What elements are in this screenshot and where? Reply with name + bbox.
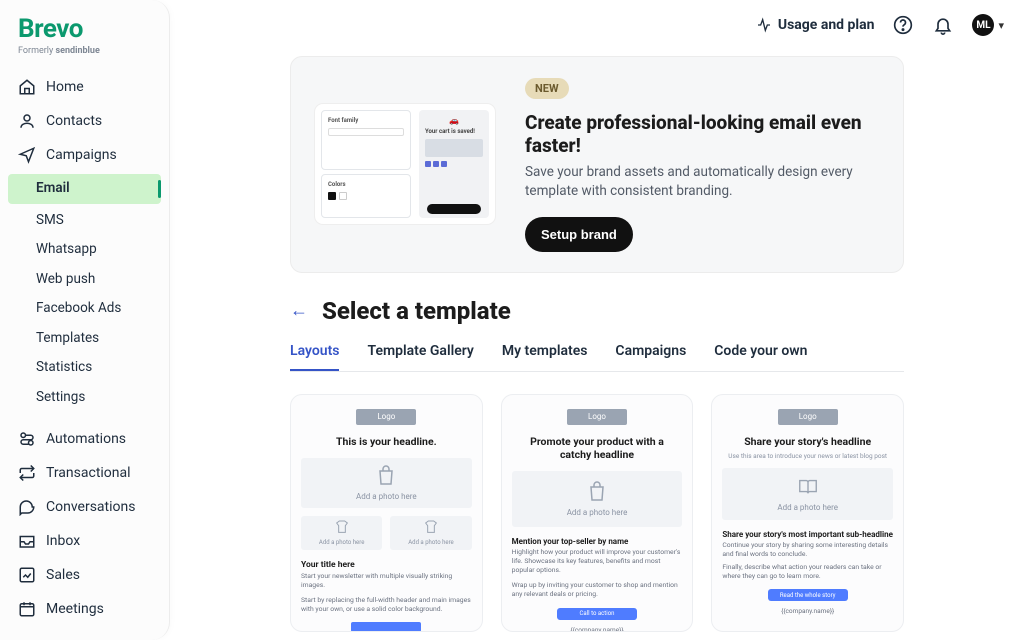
template-headline: This is your headline. — [301, 435, 472, 448]
template-grid: Logo This is your headline. Add a photo … — [290, 394, 904, 640]
content: Font family Colors 🚗 Your cart is saved!… — [170, 50, 1024, 640]
shirt-icon — [422, 519, 440, 535]
template-sell-product: Logo Promote your product with a catchy … — [501, 394, 694, 640]
sidebar-sub-sms[interactable]: SMS — [0, 206, 169, 236]
topbar: Usage and plan ML ▾ — [736, 0, 1024, 50]
tab-template-gallery[interactable]: Template Gallery — [367, 343, 473, 371]
sidebar-sub-statistics[interactable]: Statistics — [0, 353, 169, 383]
account-menu[interactable]: ML ▾ — [972, 14, 1004, 36]
contacts-icon — [18, 112, 36, 130]
sidebar: Brevo Formerly sendinblue Home Contacts … — [0, 0, 170, 640]
transactional-icon — [18, 464, 36, 482]
new-badge: NEW — [525, 78, 569, 99]
sidebar-item-automations[interactable]: Automations — [0, 422, 169, 456]
template-headline: Share your story's headline — [722, 435, 893, 448]
back-button[interactable]: ← — [290, 300, 308, 321]
tab-code-your-own[interactable]: Code your own — [714, 343, 807, 371]
help-icon[interactable] — [892, 14, 914, 36]
template-default: Logo This is your headline. Add a photo … — [290, 394, 483, 640]
banner-preview: Font family Colors 🚗 Your cart is saved! — [315, 104, 495, 224]
sidebar-sub-webpush[interactable]: Web push — [0, 265, 169, 295]
sidebar-sub-facebookads[interactable]: Facebook Ads — [0, 294, 169, 324]
template-card[interactable]: Logo Promote your product with a catchy … — [501, 394, 694, 632]
template-tell-story: Logo Share your story's headline Use thi… — [711, 394, 904, 640]
automations-icon — [18, 430, 36, 448]
sidebar-sub-settings[interactable]: Settings — [0, 383, 169, 413]
tab-layouts[interactable]: Layouts — [290, 343, 339, 371]
banner-title: Create professional-looking email even f… — [525, 111, 879, 157]
notifications-icon[interactable] — [932, 14, 954, 36]
sidebar-item-label: Sales — [46, 567, 80, 583]
brand: Brevo Formerly sendinblue — [0, 14, 169, 60]
sidebar-item-label: Inbox — [46, 533, 80, 549]
sidebar-item-contacts[interactable]: Contacts — [0, 104, 169, 138]
sidebar-item-label: Conversations — [46, 499, 135, 515]
send-icon — [18, 146, 36, 164]
template-headline: Promote your product with a catchy headl… — [512, 435, 683, 461]
main: Usage and plan ML ▾ Font family Colors 🚗… — [170, 0, 1024, 640]
bag-icon — [584, 480, 610, 504]
sidebar-item-label: Contacts — [46, 113, 102, 129]
shirt-icon — [333, 519, 351, 535]
sidebar-item-label: Home — [46, 79, 84, 95]
home-icon — [18, 78, 36, 96]
brand-setup-banner: Font family Colors 🚗 Your cart is saved!… — [290, 56, 904, 273]
nav-primary: Home Contacts Campaigns Email SMS Whatsa… — [0, 70, 169, 626]
sidebar-item-campaigns[interactable]: Campaigns — [0, 138, 169, 172]
setup-brand-button[interactable]: Setup brand — [525, 217, 633, 252]
template-tabs: Layouts Template Gallery My templates Ca… — [290, 343, 904, 372]
page-title: Select a template — [322, 297, 511, 325]
sidebar-item-conversations[interactable]: Conversations — [0, 490, 169, 524]
chevron-down-icon: ▾ — [998, 19, 1004, 32]
sidebar-sub-templates[interactable]: Templates — [0, 324, 169, 354]
sidebar-item-inbox[interactable]: Inbox — [0, 524, 169, 558]
tab-my-templates[interactable]: My templates — [502, 343, 588, 371]
page-head: ← Select a template — [290, 297, 904, 325]
banner-desc: Save your brand assets and automatically… — [525, 163, 879, 201]
sidebar-item-label: Transactional — [46, 465, 131, 481]
book-icon — [795, 475, 821, 499]
brand-name: Brevo — [18, 14, 151, 44]
sidebar-item-label: Campaigns — [46, 147, 117, 163]
bag-icon — [373, 464, 399, 488]
logo-placeholder: Logo — [778, 409, 838, 425]
cta-button: Read the whole story — [768, 589, 848, 601]
inbox-icon — [18, 532, 36, 550]
sidebar-item-meetings[interactable]: Meetings — [0, 592, 169, 626]
usage-plan-link[interactable]: Usage and plan — [756, 17, 875, 33]
meetings-icon — [18, 600, 36, 618]
sidebar-item-label: Automations — [46, 431, 126, 447]
sidebar-item-label: Meetings — [46, 601, 104, 617]
sidebar-item-home[interactable]: Home — [0, 70, 169, 104]
brand-tagline: Formerly sendinblue — [18, 46, 151, 56]
template-card[interactable]: Logo This is your headline. Add a photo … — [290, 394, 483, 632]
cta-button: Call to action — [557, 608, 637, 620]
tab-campaigns[interactable]: Campaigns — [615, 343, 686, 371]
sales-icon — [18, 566, 36, 584]
logo-placeholder: Logo — [567, 409, 627, 425]
conversations-icon — [18, 498, 36, 516]
activity-icon — [756, 17, 772, 33]
sidebar-sub-whatsapp[interactable]: Whatsapp — [0, 235, 169, 265]
avatar: ML — [972, 14, 994, 36]
sidebar-sub-email[interactable]: Email — [8, 174, 161, 204]
sidebar-item-sales[interactable]: Sales — [0, 558, 169, 592]
template-card[interactable]: Logo Share your story's headline Use thi… — [711, 394, 904, 632]
logo-placeholder: Logo — [356, 409, 416, 425]
sidebar-item-transactional[interactable]: Transactional — [0, 456, 169, 490]
